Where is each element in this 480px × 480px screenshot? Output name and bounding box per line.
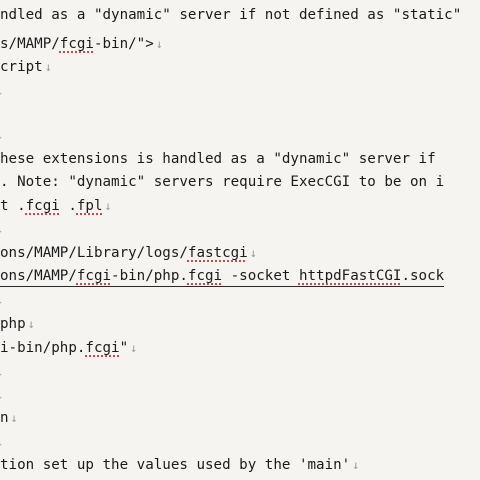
line-text: php — [0, 316, 26, 332]
line-text: n — [0, 410, 9, 426]
misspelled-word[interactable]: fcgi — [77, 268, 111, 284]
line-text: .sock — [401, 268, 445, 284]
line-text: i-bin/php. — [0, 340, 86, 356]
misspelled-word[interactable]: fpl — [77, 198, 103, 214]
editor-line: php ↓ — [0, 314, 35, 334]
misspelled-word[interactable]: fcgi — [188, 268, 222, 284]
line-text: cript — [0, 59, 43, 75]
line-text: . — [59, 198, 77, 214]
line-text: hese extensions is handled as a "dynamic… — [0, 151, 436, 167]
editor-line: s/MAMP/fcgi-bin/"> ↓ — [0, 34, 163, 54]
editor-line: ↓ — [0, 385, 3, 405]
newline-marker-icon: ↓ — [155, 37, 163, 51]
line-text: -socket — [222, 268, 299, 284]
line-text: ndled as a "dynamic" server if not defin… — [0, 7, 462, 23]
newline-marker-icon: ↓ — [0, 293, 3, 307]
line-text: ons/MAMP/Library/logs/ — [0, 245, 188, 261]
editor-line: ↓ — [0, 219, 3, 239]
editor-line: ↓ — [0, 362, 3, 382]
editor-line: tion set up the values used by the 'main… — [0, 455, 359, 475]
newline-marker-icon: ↓ — [0, 365, 3, 379]
editor-line: t .fcgi .fpl ↓ — [0, 196, 112, 216]
newline-marker-icon: ↓ — [130, 341, 138, 355]
line-text: -bin/php. — [111, 268, 188, 284]
line-text: tion set up the values used by the 'main… — [0, 457, 351, 473]
editor-line: ↓ — [0, 125, 3, 145]
editor-line: . Note: "dynamic" servers require ExecCG… — [0, 172, 444, 192]
newline-marker-icon: ↓ — [44, 60, 52, 74]
editor-line-current[interactable]: ons/MAMP/fcgi-bin/php.fcgi -socket httpd… — [0, 266, 445, 287]
misspelled-word[interactable]: httpdFastCGI — [299, 268, 402, 284]
line-text: " — [119, 340, 129, 356]
misspelled-word[interactable]: fcgi — [85, 340, 119, 356]
editor-line: cript ↓ — [0, 57, 52, 77]
editor-line: n ↓ — [0, 408, 18, 428]
newline-marker-icon: ↓ — [352, 458, 360, 472]
line-text: . Note: "dynamic" servers require ExecCG… — [0, 174, 445, 190]
newline-marker-icon: ↓ — [249, 246, 257, 260]
line-text: s/MAMP/ — [0, 36, 60, 52]
editor-line: ↓ — [0, 81, 3, 101]
misspelled-word[interactable]: fastcgi — [188, 245, 248, 261]
editor-line: hese extensions is handled as a "dynamic… — [0, 149, 436, 169]
line-text: -bin/"> — [93, 36, 154, 52]
editor-line: ↓ — [0, 290, 3, 310]
editor-line: ons/MAMP/Library/logs/fastcgi ↓ — [0, 243, 257, 263]
newline-marker-icon: ↓ — [0, 128, 3, 142]
newline-marker-icon: ↓ — [27, 317, 35, 331]
newline-marker-icon: ↓ — [104, 199, 112, 213]
text-editor[interactable]: ndled as a "dynamic" server if not defin… — [0, 0, 480, 480]
newline-marker-icon: ↓ — [0, 435, 3, 449]
newline-marker-icon: ↓ — [0, 222, 3, 236]
misspelled-word[interactable]: fcgi — [60, 36, 94, 52]
newline-marker-icon: ↓ — [0, 388, 3, 402]
editor-line: ndled as a "dynamic" server if not defin… — [0, 5, 461, 25]
editor-line: i-bin/php.fcgi" ↓ — [0, 338, 137, 358]
editor-line: ↓ — [0, 432, 3, 452]
misspelled-word[interactable]: fcgi — [26, 198, 60, 214]
newline-marker-icon: ↓ — [10, 411, 18, 425]
line-text: ons/MAMP/ — [0, 268, 77, 284]
line-text: t . — [0, 198, 26, 214]
newline-marker-icon: ↓ — [0, 84, 3, 98]
